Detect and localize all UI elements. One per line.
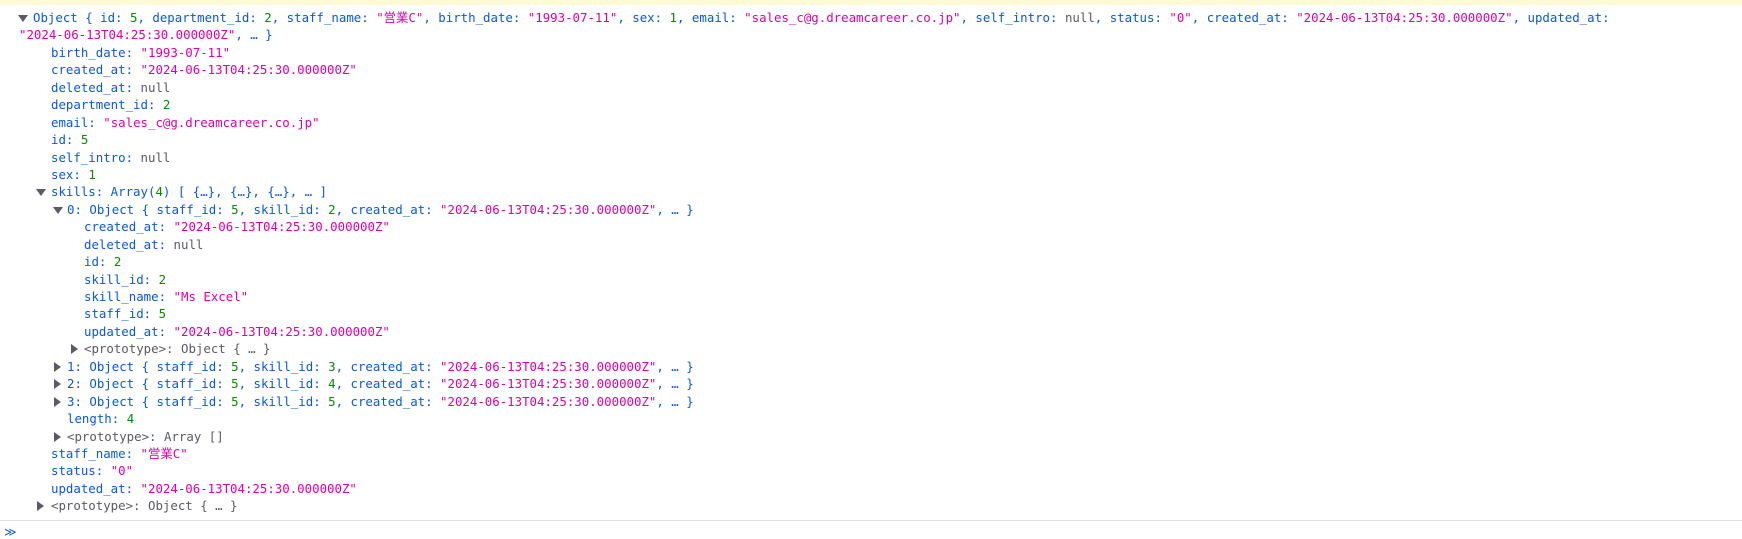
skills-length: length: 4 [67,411,135,427]
console-output: Object { id: 5, department_id: 2, staff_… [0,9,1742,515]
prop-email: email: "sales_c@g.dreamcareer.co.jp" [51,114,320,130]
skills-item-3[interactable]: 3: Object { staff_id: 5, skill_id: 5, cr… [0,393,1742,410]
skill-prop-id: id: 2 [84,254,122,270]
collapsed-twisty-icon[interactable] [71,344,78,355]
collapsed-twisty-icon[interactable] [37,501,44,512]
skills-item-0[interactable]: 0: Object { staff_id: 5, skill_id: 2, cr… [0,201,1742,218]
skill-prop-skill-id: skill_id: 2 [84,271,167,287]
expanded-twisty-icon[interactable] [53,206,63,214]
prop-department-id: department_id: 2 [51,97,171,113]
prompt-icon: ≫ [4,525,17,539]
prop-created-at: created_at: "2024-06-13T04:25:30.000000Z… [51,62,357,78]
skill-prop-deleted-at: deleted_at: null [84,236,204,252]
object-summary-row[interactable]: Object { id: 5, department_id: 2, staff_… [0,9,1742,26]
skills-prototype[interactable]: <prototype>: Array [] [0,428,1742,445]
prop-skills[interactable]: skills: Array(4) [ {…}, {…}, {…}, … ] [0,183,1742,200]
skill-prop-skill-name: skill_name: "Ms Excel" [84,289,249,304]
collapsed-twisty-icon[interactable] [54,396,61,407]
expanded-twisty-icon[interactable] [18,15,28,22]
prop-staff-name: staff_name: "営業C" [51,445,188,461]
skill-prop-staff-id: staff_id: 5 [84,306,167,322]
collapsed-twisty-icon[interactable] [54,361,61,372]
object-prototype[interactable]: <prototype>: Object { … } [0,497,1742,514]
prop-deleted-at: deleted_at: null [51,79,171,95]
prop-updated-at: updated_at: "2024-06-13T04:25:30.000000Z… [51,480,357,496]
expanded-twisty-icon[interactable] [36,189,46,197]
skills-item-2[interactable]: 2: Object { staff_id: 5, skill_id: 4, cr… [0,375,1742,392]
skill-prop-updated-at: updated_at: "2024-06-13T04:25:30.000000Z… [84,323,390,339]
skills-item-1[interactable]: 1: Object { staff_id: 5, skill_id: 3, cr… [0,358,1742,375]
skill-prop-created-at: created_at: "2024-06-13T04:25:30.000000Z… [84,219,390,235]
skill-prototype[interactable]: <prototype>: Object { … } [0,340,1742,357]
collapsed-twisty-icon[interactable] [54,431,61,442]
console-input-area[interactable]: ≫ [0,520,1742,539]
prop-id: id: 5 [51,132,89,148]
collapsed-twisty-icon[interactable] [54,379,61,390]
prop-self-intro: self_intro: null [51,149,171,165]
warning-bar [0,0,1742,5]
prop-birth-date: birth_date: "1993-07-11" [51,44,231,60]
object-summary-continuation: "2024-06-13T04:25:30.000000Z", … } [19,27,273,43]
prop-sex: sex: 1 [51,166,96,182]
prop-status: status: "0" [51,463,134,479]
